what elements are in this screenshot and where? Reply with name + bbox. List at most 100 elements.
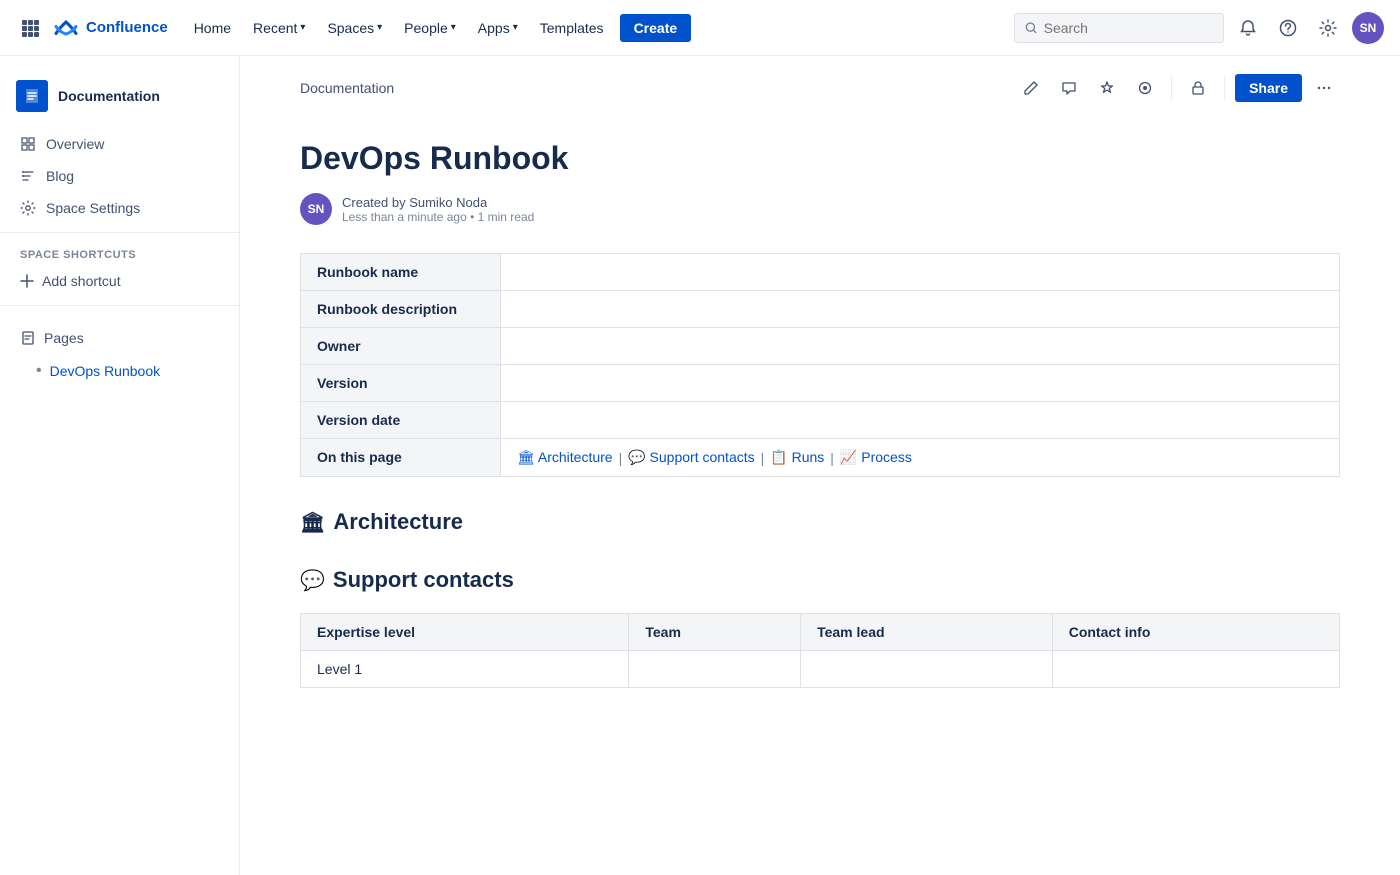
toolbar-divider [1171, 76, 1172, 100]
edit-button[interactable] [1015, 72, 1047, 104]
create-button[interactable]: Create [620, 14, 692, 42]
settings-button[interactable] [1312, 12, 1344, 44]
star-icon [1099, 80, 1115, 96]
plus-icon [20, 274, 34, 288]
more-options-button[interactable] [1308, 72, 1340, 104]
time-info: Less than a minute ago • 1 min read [342, 210, 534, 224]
table-cell [1052, 651, 1339, 688]
breadcrumb: Documentation [300, 80, 394, 96]
comment-button[interactable] [1053, 72, 1085, 104]
more-icon [1316, 80, 1332, 96]
search-icon [1025, 21, 1038, 35]
doc-icon [23, 87, 41, 105]
sidebar-page-devops-runbook[interactable]: • DevOps Runbook [0, 354, 239, 388]
search-box[interactable] [1014, 13, 1224, 43]
row-value: 🏛 Architecture | 💬 Support contacts | 📋 … [501, 439, 1340, 477]
lock-icon [1190, 80, 1206, 96]
row-label: On this page [301, 439, 501, 477]
created-by: Created by Sumiko Noda [342, 195, 534, 210]
breadcrumb-bar: Documentation [300, 56, 1340, 116]
info-table-row: Runbook name [301, 254, 1340, 291]
topnav-right: SN [1014, 12, 1384, 44]
top-navigation: Confluence Home Recent ▾ Spaces ▾ People… [0, 0, 1400, 56]
apps-chevron: ▾ [513, 22, 518, 33]
info-table: Runbook name Runbook description Owner V… [300, 253, 1340, 477]
sidebar-pages-header[interactable]: Pages [0, 322, 239, 354]
space-icon [16, 80, 48, 112]
row-value [501, 328, 1340, 365]
main-content: Documentation [240, 56, 1400, 875]
nav-spaces[interactable]: Spaces ▾ [317, 14, 392, 42]
toolbar-divider-2 [1224, 76, 1225, 100]
row-label: Runbook name [301, 254, 501, 291]
settings-icon [20, 200, 36, 216]
page-title: DevOps Runbook [300, 140, 1340, 177]
help-button[interactable] [1272, 12, 1304, 44]
support-table-header-row: Expertise levelTeamTeam leadContact info [301, 614, 1340, 651]
separator: | [830, 450, 834, 466]
row-value [501, 402, 1340, 439]
confluence-logo[interactable]: Confluence [52, 14, 168, 42]
sidebar-item-space-settings[interactable]: Space Settings [0, 192, 239, 224]
table-cell [801, 651, 1053, 688]
overview-icon [20, 136, 36, 152]
author-row: SN Created by Sumiko Noda Less than a mi… [300, 193, 1340, 225]
shortcuts-section-label: SPACE SHORTCUTS [0, 241, 239, 265]
nav-home[interactable]: Home [184, 14, 241, 42]
support-contacts-table: Expertise levelTeamTeam leadContact info… [300, 613, 1340, 688]
table-header: Expertise level [301, 614, 629, 651]
row-label: Owner [301, 328, 501, 365]
nav-links: Home Recent ▾ Spaces ▾ People ▾ Apps ▾ T… [184, 14, 1006, 42]
restrict-button[interactable] [1182, 72, 1214, 104]
toolbar-icons: Share [1015, 72, 1340, 104]
share-button[interactable]: Share [1235, 74, 1302, 102]
page-link-process[interactable]: 📈 Process [840, 449, 912, 466]
architecture-heading: 🏛 Architecture [300, 509, 1340, 535]
table-cell: Level 1 [301, 651, 629, 688]
notifications-button[interactable] [1232, 12, 1264, 44]
page-link-support-contacts[interactable]: 💬 Support contacts [628, 449, 754, 466]
info-table-row: Version [301, 365, 1340, 402]
people-chevron: ▾ [451, 22, 456, 33]
table-cell [629, 651, 801, 688]
nav-people[interactable]: People ▾ [394, 14, 466, 42]
support-contacts-heading: 💬 Support contacts [300, 567, 1340, 593]
sidebar-item-blog[interactable]: Blog [0, 160, 239, 192]
support-contacts-icon: 💬 [300, 568, 325, 593]
info-table-row: On this page 🏛 Architecture | 💬 Support … [301, 439, 1340, 477]
user-avatar[interactable]: SN [1352, 12, 1384, 44]
row-value [501, 291, 1340, 328]
add-shortcut-button[interactable]: Add shortcut [0, 265, 239, 297]
sidebar: Documentation Overview Blog Space Settin… [0, 56, 240, 875]
architecture-icon: 🏛 [300, 510, 325, 535]
nav-apps[interactable]: Apps ▾ [468, 14, 528, 42]
table-header: Contact info [1052, 614, 1339, 651]
comment-icon [1061, 80, 1077, 96]
main-layout: Documentation Overview Blog Space Settin… [0, 56, 1400, 875]
row-label: Version [301, 365, 501, 402]
watch-button[interactable] [1129, 72, 1161, 104]
row-label: Version date [301, 402, 501, 439]
nav-recent[interactable]: Recent ▾ [243, 14, 315, 42]
edit-icon [1023, 80, 1039, 96]
space-name: Documentation [58, 88, 160, 104]
row-value [501, 365, 1340, 402]
sidebar-item-overview[interactable]: Overview [0, 128, 239, 160]
separator: | [761, 450, 765, 466]
info-table-row: Owner [301, 328, 1340, 365]
search-input[interactable] [1044, 20, 1213, 36]
row-label: Runbook description [301, 291, 501, 328]
star-button[interactable] [1091, 72, 1123, 104]
page-link-runs[interactable]: 📋 Runs [770, 449, 824, 466]
page-link-architecture[interactable]: 🏛 Architecture [517, 449, 613, 466]
nav-templates[interactable]: Templates [530, 14, 614, 42]
table-header: Team lead [801, 614, 1053, 651]
info-table-row: Runbook description [301, 291, 1340, 328]
sidebar-pages: Pages • DevOps Runbook [0, 314, 239, 396]
space-header[interactable]: Documentation [0, 72, 239, 128]
author-avatar: SN [300, 193, 332, 225]
grid-icon[interactable] [16, 14, 44, 42]
row-value [501, 254, 1340, 291]
separator: | [619, 450, 623, 466]
help-icon [1279, 19, 1297, 37]
